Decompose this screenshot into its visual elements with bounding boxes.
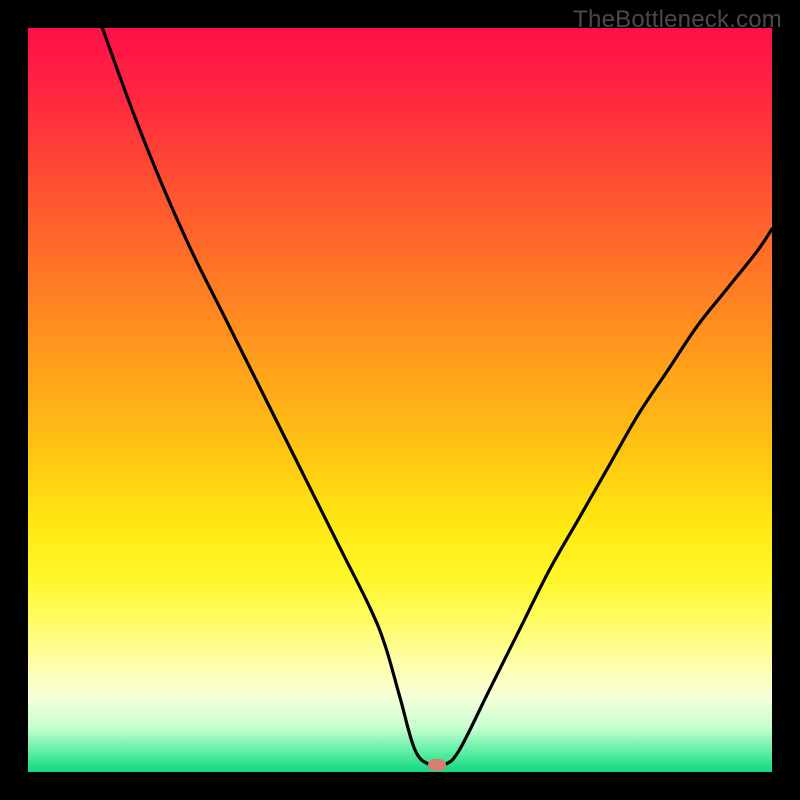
plot-area [28, 28, 772, 772]
bottleneck-curve [28, 28, 772, 772]
minimum-marker [428, 759, 446, 771]
chart-frame: TheBottleneck.com [0, 0, 800, 800]
watermark-text: TheBottleneck.com [573, 6, 782, 34]
